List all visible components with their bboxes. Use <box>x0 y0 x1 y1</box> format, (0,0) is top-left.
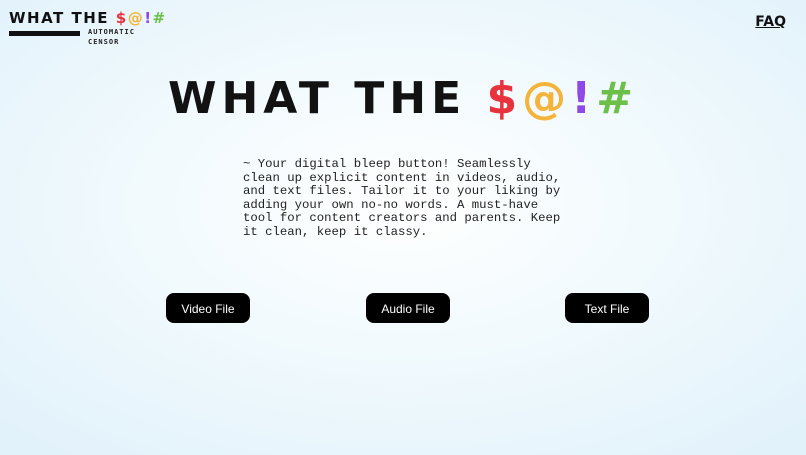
video-file-button[interactable]: Video File <box>166 293 250 323</box>
logo-subtitle-line2: CENSOR <box>88 38 120 46</box>
logo-symbol-dollar: $ <box>115 9 128 27</box>
faq-link[interactable]: FAQ <box>755 14 786 30</box>
logo-title-text: WHAT THE <box>9 9 116 27</box>
logo-symbol-at: @ <box>127 9 145 27</box>
logo-title: WHAT THE $@!# <box>9 10 167 27</box>
logo-symbol-exclaim: ! <box>144 9 153 27</box>
logo-subtitle: AUTOMATIC CENSOR <box>88 27 158 47</box>
hero-symbol-exclaim: ! <box>571 73 597 124</box>
hero-symbol-at: @ <box>522 73 572 124</box>
app-logo[interactable]: WHAT THE $@!# AUTOMATIC CENSOR <box>9 10 165 50</box>
text-file-button[interactable]: Text File <box>565 293 649 323</box>
app-description: ~ Your digital bleep button! Seamlessly … <box>243 157 561 239</box>
logo-symbol-hash: # <box>152 9 167 27</box>
logo-subtitle-line1: AUTOMATIC <box>88 28 135 36</box>
audio-file-button[interactable]: Audio File <box>366 293 450 323</box>
hero-symbol-hash: # <box>596 73 639 124</box>
hero-symbol-dollar: $ <box>486 73 523 124</box>
hero-title: WHAT THE $@!# <box>0 71 806 127</box>
logo-underline-bar <box>9 31 80 36</box>
hero-title-text: WHAT THE <box>167 73 487 124</box>
